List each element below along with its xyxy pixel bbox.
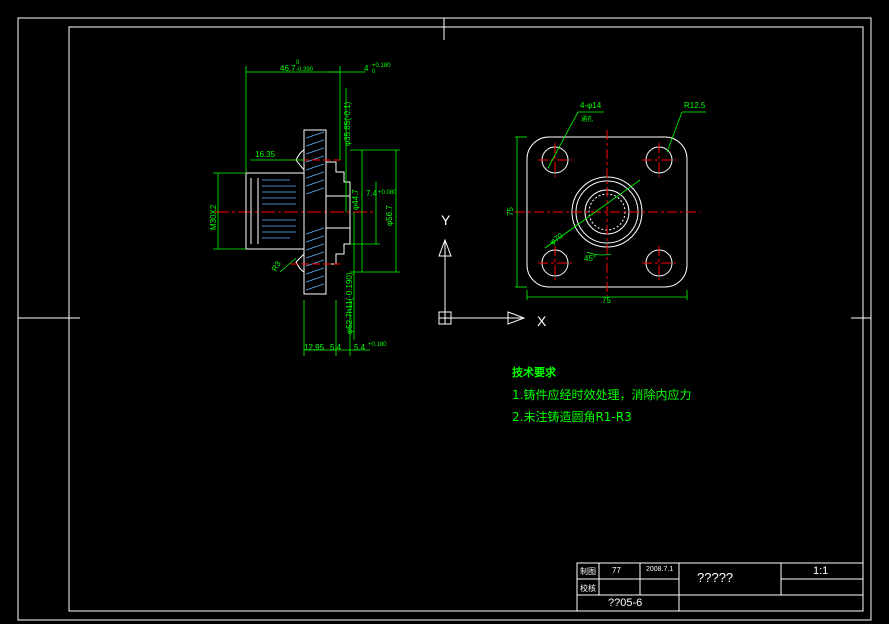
dim-phi35-85: φ35.85(-0.1) bbox=[343, 101, 352, 146]
tb-scale: 1:1 bbox=[813, 565, 829, 577]
plan-view: 4-φ14 通孔 R12.5 75 75 φ70 45° bbox=[506, 101, 706, 305]
dim-45deg: 45° bbox=[584, 254, 596, 263]
dim-5-4-tol: +0.180 bbox=[368, 342, 387, 348]
tb-date: 2008.7.1 bbox=[646, 566, 674, 573]
dim-46-7-tol: -0.390 bbox=[296, 67, 314, 73]
dim-through-hole: 通孔 bbox=[581, 115, 593, 123]
dim-m30x2: M30X2 bbox=[209, 204, 218, 230]
ucs-y-label: Y bbox=[441, 212, 451, 228]
notes-line-1: 1.铸件应经时效处理，消除内应力 bbox=[512, 388, 692, 402]
dim-4: 4 bbox=[364, 64, 369, 73]
dim-phi70: φ70 bbox=[548, 231, 565, 247]
tb-checked-label: 校核 bbox=[580, 584, 596, 593]
dim-phi44-7: φ44.7 bbox=[351, 189, 360, 210]
section-view bbox=[213, 66, 400, 356]
ucs-icon bbox=[438, 238, 526, 325]
cad-drawing: 46.7 -0.390 0 4 +0.180 0 16.35 M30X2 R3 … bbox=[17, 17, 872, 621]
dim-phi52-7: φ52.7h11(-0.190) bbox=[345, 272, 354, 334]
inner-frame bbox=[68, 26, 864, 612]
tb-drawing-no: ??05-6 bbox=[608, 597, 643, 609]
dim-7-4-tol: +0.080 bbox=[378, 190, 397, 196]
dim-75-horizontal: 75 bbox=[602, 296, 611, 305]
dim-phi56-7: φ56.7 bbox=[385, 205, 394, 226]
ucs-x-label: X bbox=[537, 313, 547, 329]
dim-46-7-tol-up: 0 bbox=[296, 60, 300, 66]
dim-4xphi14: 4-φ14 bbox=[580, 101, 602, 110]
dim-75-vertical: 75 bbox=[506, 207, 515, 216]
dim-r12-5: R12.5 bbox=[684, 101, 706, 110]
technical-requirements: 技术要求 1.铸件应经时效处理，消除内应力 2.未注铸造圆角R1-R3 bbox=[512, 362, 691, 428]
dim-5-4: 5.4 bbox=[330, 343, 342, 352]
dim-12-95: 12.95 bbox=[304, 343, 325, 352]
tb-drawn-label: 制图 bbox=[580, 567, 596, 576]
dim-5-4b: 5.4 bbox=[354, 343, 366, 352]
tb-drawn-by: 77 bbox=[612, 566, 621, 575]
dim-7-4: 7.4 bbox=[366, 189, 378, 198]
section-dimension-labels: 46.7 -0.390 0 4 +0.180 0 16.35 M30X2 R3 … bbox=[209, 60, 397, 352]
dim-4-tol-low: 0 bbox=[372, 69, 376, 75]
dim-46-7: 46.7 bbox=[280, 64, 296, 73]
notes-line-2: 2.未注铸造圆角R1-R3 bbox=[512, 410, 632, 424]
dim-16-35: 16.35 bbox=[255, 150, 276, 159]
notes-title: 技术要求 bbox=[512, 366, 556, 379]
tb-part-name: ????? bbox=[697, 570, 734, 585]
